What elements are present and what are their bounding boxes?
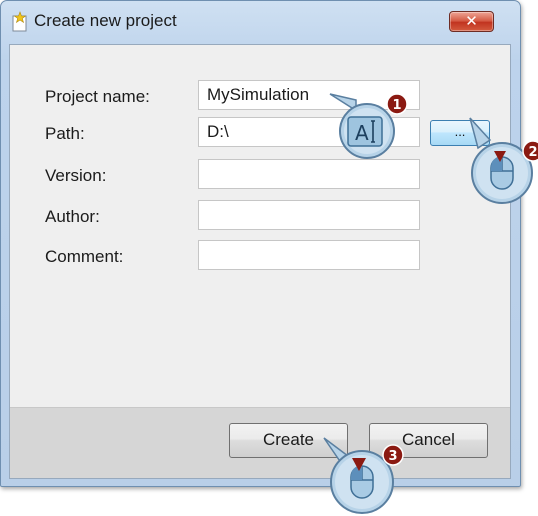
version-label: Version: bbox=[45, 166, 107, 185]
path-field[interactable]: D:\ bbox=[198, 117, 420, 147]
browse-path-button[interactable]: ... bbox=[430, 120, 490, 146]
window-title: Create new project bbox=[34, 11, 177, 30]
title-bar[interactable]: Create new project ✕ bbox=[1, 1, 520, 41]
form-area: Project name: MySimulation Path: D:\ ...… bbox=[10, 45, 510, 407]
cancel-button[interactable]: Cancel bbox=[369, 423, 488, 458]
comment-label: Comment: bbox=[45, 247, 124, 266]
close-icon: ✕ bbox=[465, 12, 478, 30]
project-name-label: Project name: bbox=[45, 87, 150, 106]
comment-field[interactable] bbox=[198, 240, 420, 270]
step-2-badge: 2 bbox=[522, 140, 538, 162]
project-name-field[interactable]: MySimulation bbox=[198, 80, 420, 110]
dialog-client-area: Project name: MySimulation Path: D:\ ...… bbox=[9, 44, 511, 479]
close-button[interactable]: ✕ bbox=[449, 11, 494, 32]
create-button[interactable]: Create bbox=[229, 423, 348, 458]
new-project-sparkle-icon bbox=[12, 11, 27, 32]
version-field[interactable] bbox=[198, 159, 420, 189]
create-project-dialog: Create new project ✕ Project name: MySim… bbox=[0, 0, 521, 487]
path-label: Path: bbox=[45, 124, 85, 143]
author-label: Author: bbox=[45, 207, 100, 226]
author-field[interactable] bbox=[198, 200, 420, 230]
step-2-number: 2 bbox=[528, 145, 537, 160]
